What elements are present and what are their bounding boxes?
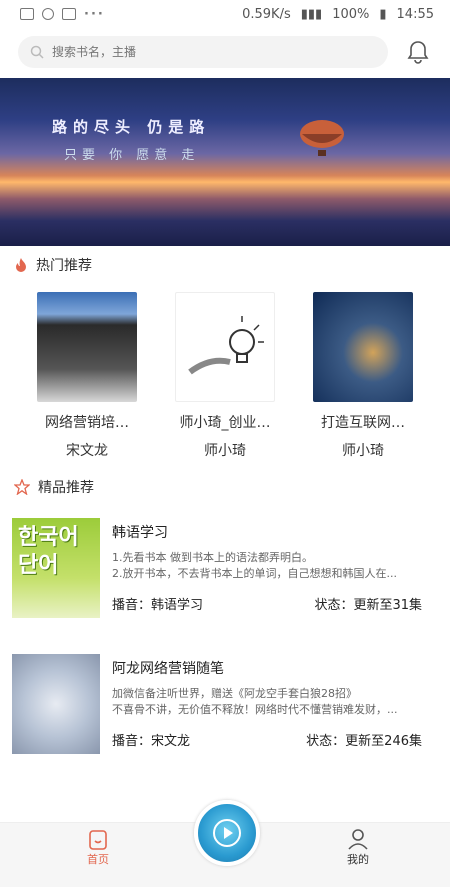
status-icons-right: 0.59K/s ▮▮▮ 100% ▮ 14:55 <box>242 7 434 22</box>
more-notifications-icon: ··· <box>84 6 105 22</box>
book-author: 宋文龙 <box>66 443 108 459</box>
book-title: 网络营销培… <box>45 415 129 431</box>
cover-text: 한국어 단어 <box>18 525 79 578</box>
tab-home[interactable]: 首页 <box>68 827 128 867</box>
course-desc-line2: 2.放开书本，不去背书本上的单词，自己想想和韩国人在... <box>112 567 397 580</box>
tab-mine-label: 我的 <box>347 853 369 866</box>
book-title: 师小琦_创业… <box>179 415 271 431</box>
course-meta: 播音：韩语学习 状态：更新至31集 <box>112 594 422 613</box>
book-title: 打造互联网… <box>321 415 405 431</box>
course-status: 状态：更新至31集 <box>314 598 422 613</box>
image-notification-icon <box>20 8 34 20</box>
book-cover <box>313 292 413 402</box>
lightbulb-icon <box>188 316 264 375</box>
course-status: 状态：更新至246集 <box>306 734 422 749</box>
course-host: 播音：宋文龙 <box>112 734 191 749</box>
play-icon <box>213 819 241 847</box>
user-icon <box>348 829 368 850</box>
featured-section-header: 精品推荐 <box>0 470 450 504</box>
hot-air-balloon-icon <box>300 120 344 156</box>
hot-section-header: 热门推荐 <box>0 248 450 282</box>
hot-list: 网络营销培… 宋文龙 师小琦_创业… 师小琦 打造互联网… 师小琦 <box>0 292 450 462</box>
course-host: 播音：韩语学习 <box>112 598 204 613</box>
course-desc-line2: 不喜骨不讲，无价值不释放！网络时代不懂营销难发财，... <box>112 703 398 716</box>
featured-item-body: 阿龙网络营销随笔 加微信备注听世界，赠送《阿龙空手套白狼28招》 不喜骨不讲，无… <box>112 654 438 764</box>
tab-home-label: 首页 <box>87 853 109 866</box>
featured-section-title: 精品推荐 <box>38 480 94 496</box>
network-speed: 0.59K/s <box>242 6 291 22</box>
banner-slogan-line2: 只要 你 愿意 走 <box>64 148 200 163</box>
battery-icon: ▮ <box>379 6 387 22</box>
notification-bell-icon[interactable] <box>400 34 436 70</box>
course-desc-line1: 加微信备注听世界，赠送《阿龙空手套白狼28招》 <box>112 687 357 700</box>
hot-item[interactable]: 打造互联网… 师小琦 <box>308 292 418 462</box>
search-row <box>0 32 450 72</box>
course-title: 阿龙网络营销随笔 <box>112 661 224 677</box>
book-cover <box>37 292 137 402</box>
hot-section-title: 热门推荐 <box>36 258 92 274</box>
book-author: 师小琦 <box>342 443 384 459</box>
play-button[interactable] <box>194 800 260 866</box>
book-cover <box>175 292 275 402</box>
featured-item[interactable]: 한국어 단어 韩语学习 1.先看书本 做到书本上的语法都弄明白。 2.放开书本，… <box>0 518 450 628</box>
status-bar: ··· 0.59K/s ▮▮▮ 100% ▮ 14:55 <box>0 0 450 28</box>
search-input[interactable] <box>52 45 352 59</box>
star-icon <box>14 479 30 495</box>
fire-icon <box>16 258 26 272</box>
chat-notification-icon <box>42 8 54 20</box>
search-icon <box>30 45 44 59</box>
book-author: 师小琦 <box>204 443 246 459</box>
banner-carousel[interactable]: 路的尽头 仍是路 只要 你 愿意 走 <box>0 78 450 246</box>
featured-item-body: 韩语学习 1.先看书本 做到书本上的语法都弄明白。 2.放开书本，不去背书本上的… <box>112 518 438 628</box>
battery-level: 100% <box>332 6 370 22</box>
course-desc-line1: 1.先看书本 做到书本上的语法都弄明白。 <box>112 551 313 564</box>
search-bar[interactable] <box>18 36 388 68</box>
course-title: 韩语学习 <box>112 525 168 541</box>
featured-item[interactable]: 阿龙网络营销随笔 加微信备注听世界，赠送《阿龙空手套白狼28招》 不喜骨不讲，无… <box>0 654 450 764</box>
status-icons-left: ··· <box>20 7 105 22</box>
hot-item[interactable]: 师小琦_创业… 师小琦 <box>170 292 280 462</box>
course-cover: 한국어 단어 <box>12 518 100 618</box>
hot-item[interactable]: 网络营销培… 宋文龙 <box>32 292 142 462</box>
home-icon <box>89 830 107 850</box>
signal-icon: ▮▮▮ <box>300 6 323 22</box>
banner-slogan-line1: 路的尽头 仍是路 <box>52 118 211 136</box>
app-notification-icon <box>62 8 76 20</box>
course-cover <box>12 654 100 754</box>
course-meta: 播音：宋文龙 状态：更新至246集 <box>112 730 422 749</box>
tab-mine[interactable]: 我的 <box>328 827 388 867</box>
clock: 14:55 <box>396 6 434 22</box>
